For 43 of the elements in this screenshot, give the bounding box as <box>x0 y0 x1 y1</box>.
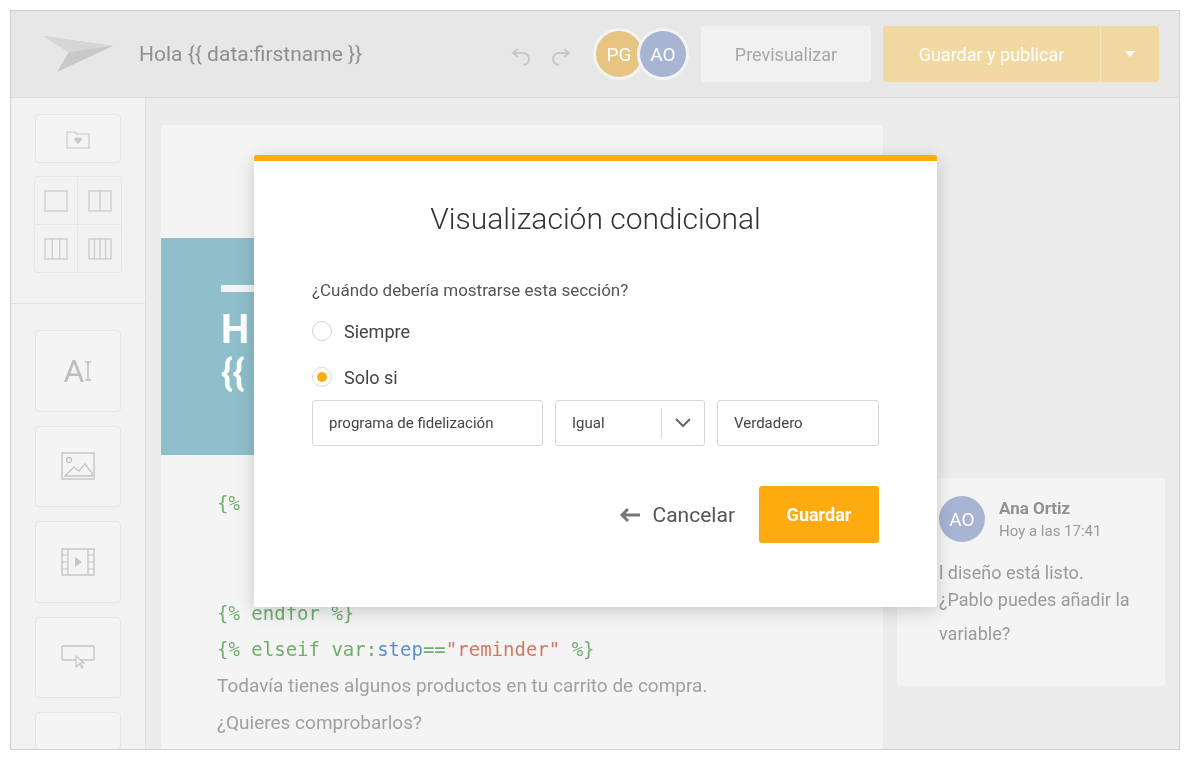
body-text: Todavía tienes algunos productos en tu carrito de compra. <box>217 673 709 699</box>
button-block-tile[interactable] <box>35 616 121 699</box>
radio-option[interactable]: Solo si <box>312 362 398 392</box>
hero-heading: H <box>221 306 250 354</box>
save-button[interactable]: Guardar <box>759 486 879 543</box>
video-block-tile[interactable] <box>35 521 121 603</box>
four-column-icon[interactable] <box>87 237 112 260</box>
image-block-tile[interactable] <box>35 425 121 508</box>
cancel-button[interactable]: Cancelar <box>618 502 735 527</box>
arrow-left-icon <box>618 506 641 523</box>
folder-heart-icon <box>66 128 90 149</box>
image-icon <box>61 452 95 481</box>
one-column-icon[interactable] <box>44 189 68 212</box>
code-line: {% <box>217 491 240 516</box>
value-input[interactable]: Verdadero <box>717 400 879 446</box>
hero-subheading: {{ <box>221 354 245 392</box>
body-text: ¿Quieres comprobarlos? <box>217 710 423 736</box>
block-tile[interactable] <box>35 712 121 749</box>
field-input[interactable]: programa de fidelización <box>312 400 543 446</box>
user-avatar: AO <box>939 496 985 542</box>
document-title[interactable]: Hola {{ data:firstname }} <box>139 42 509 66</box>
radio-option[interactable]: Siempre <box>312 316 410 346</box>
dialog-title: Visualización condicional <box>429 201 762 236</box>
option-label: Siempre <box>344 320 410 342</box>
comment-text: ¿Pablo puedes añadir la variable? <box>939 588 1131 646</box>
comment-author: Ana Ortiz <box>999 498 1072 518</box>
chevron-down-icon <box>675 418 691 428</box>
question-label: ¿Cuándo debería mostrarse esta sección? <box>312 280 630 300</box>
text-cursor-icon <box>84 361 93 381</box>
paper-plane-logo <box>43 34 113 74</box>
preview-button[interactable]: Previsualizar <box>701 26 871 82</box>
code-line: {% elseif var:step=="reminder" %} <box>217 637 595 662</box>
three-column-icon[interactable] <box>44 237 68 260</box>
user-avatar[interactable]: AO <box>637 28 689 80</box>
option-label: Solo si <box>344 366 398 388</box>
button-cursor-icon <box>61 645 95 670</box>
operator-select[interactable]: Igual <box>555 400 705 446</box>
video-icon <box>61 547 95 576</box>
two-column-icon[interactable] <box>87 189 112 212</box>
comment-text: l diseño está listo. <box>939 562 1085 583</box>
comment-time: Hoy a las 17:41 <box>999 522 1102 540</box>
saved-blocks-tile[interactable] <box>35 114 121 164</box>
caret-icon <box>1124 50 1136 58</box>
